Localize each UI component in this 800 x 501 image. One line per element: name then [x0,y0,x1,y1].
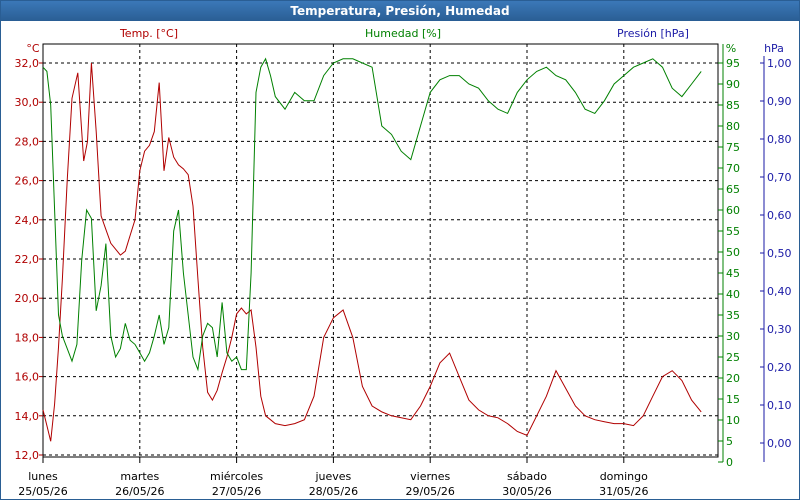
x-tick-day: domingo [600,470,648,483]
humidity-tick-label: 45 [726,267,740,280]
humidity-tick-label: 55 [726,225,740,238]
x-tick-date: 31/05/26 [599,485,648,498]
temp-tick-label: 12,0 [15,449,40,462]
humidity-tick-label: 15 [726,393,740,406]
chart-svg: 32,0 30,0 28,0 26,0 24,0 22,0 20,0 18,0 16,0 14,0… [15,27,792,498]
pressure-tick-label: 0,80 [767,133,792,146]
humidity-tick-label: 80 [726,120,740,133]
x-tick-day: martes [120,470,159,483]
x-tick-date: 29/05/26 [405,485,454,498]
x-tick-date: 28/05/26 [309,485,358,498]
plot-area [42,43,719,458]
x-tick-day: miércoles [210,470,263,483]
pressure-axis-title: Presión [hPa] [617,27,689,40]
pressure-tick-label: 0,30 [767,323,792,336]
humidity-tick-label: 20 [726,372,740,385]
pressure-tick-label: 0,70 [767,171,792,184]
pressure-tick-label: 0,10 [767,399,792,412]
pressure-tick-label: 0,20 [767,361,792,374]
humidity-tick-label: 85 [726,99,740,112]
humidity-tick-label: 30 [726,330,740,343]
temp-tick-label: 26,0 [15,175,40,188]
chart-window: Temperatura, Presión, Humedad 32,0 30,0 28… [0,0,800,500]
x-tick-date: 25/05/26 [18,485,67,498]
x-tick-day: sábado [507,470,547,483]
humidity-tick-label: 5 [726,435,733,448]
temp-tick-label: 18,0 [15,331,40,344]
humidity-tick-label: 40 [726,288,740,301]
humidity-tick-label: 60 [726,204,740,217]
temp-tick-label: 24,0 [15,214,40,227]
temp-tick-label: 16,0 [15,371,40,384]
pressure-tick-label: 0,50 [767,247,792,260]
x-tick-day: viernes [410,470,450,483]
x-tick-date: 30/05/26 [502,485,551,498]
humidity-tick-label: 70 [726,162,740,175]
humidity-tick-label: 10 [726,414,740,427]
x-tick-day: lunes [28,470,58,483]
temp-axis-title: Temp. [°C] [119,27,178,40]
humidity-unit-label: % [726,42,736,55]
pressure-tick-label: 1,00 [767,57,792,70]
humidity-tick-label: 95 [726,57,740,70]
x-tick-date: 27/05/26 [212,485,261,498]
humidity-tick-label: 75 [726,141,740,154]
humidity-tick-label: 50 [726,246,740,259]
temp-tick-label: 20,0 [15,292,40,305]
x-tick-day: jueves [314,470,351,483]
humidity-tick-label: 65 [726,183,740,196]
humidity-tick-label: 0 [726,456,733,469]
humidity-tick-label: 90 [726,78,740,91]
temp-tick-label: 28,0 [15,135,40,148]
pressure-tick-label: 0,60 [767,209,792,222]
temp-tick-label: 30,0 [15,96,40,109]
pressure-unit-label: hPa [764,42,784,55]
temp-unit-label: °C [26,42,40,55]
temp-tick-label: 14,0 [15,410,40,423]
pressure-tick-label: 0,00 [767,437,792,450]
x-tick-date: 26/05/26 [115,485,164,498]
humidity-tick-label: 35 [726,309,740,322]
humidity-tick-label: 25 [726,351,740,364]
pressure-tick-label: 0,90 [767,95,792,108]
temp-tick-label: 32,0 [15,57,40,70]
temp-tick-label: 22,0 [15,253,40,266]
humidity-axis-title: Humedad [%] [365,27,441,40]
pressure-tick-label: 0,40 [767,285,792,298]
